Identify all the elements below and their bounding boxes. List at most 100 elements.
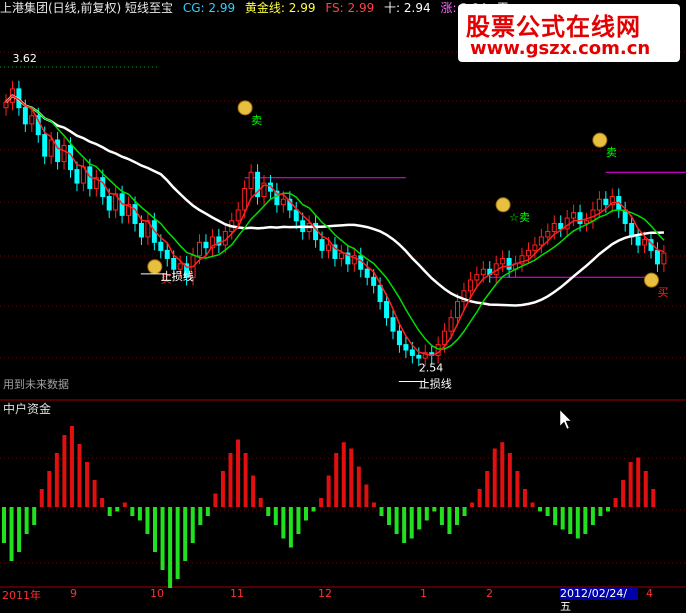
cg-value: CG: 2.99 (182, 1, 236, 15)
candle-body (48, 139, 54, 157)
x-axis-label: 12 (318, 587, 332, 600)
fund-bar-negative (379, 507, 384, 516)
fund-bar-negative (175, 507, 180, 579)
white-moving-average (5, 94, 664, 307)
smiley-icon (147, 259, 163, 275)
candle-body (480, 268, 486, 276)
fund-bar-positive (500, 442, 505, 507)
candle-body (242, 187, 248, 211)
fund-bar-negative (107, 507, 112, 516)
candle-body (164, 249, 170, 259)
candle-body (138, 222, 144, 238)
fund-bar-negative (296, 507, 301, 534)
chart-canvas: 3.622.54卖卖☆卖买买止损线止损线 (0, 51, 686, 588)
candle-body (235, 209, 241, 222)
fund-bar-positive (228, 453, 233, 507)
sell-signal: 卖 (251, 114, 262, 127)
candle-body (384, 301, 390, 319)
chart-header: 上港集团(日线,前复权) 短线至宝 CG: 2.99 黄金线: 2.99 FS:… (0, 0, 519, 16)
fund-bar-negative (432, 507, 437, 512)
fund-bar-negative (24, 507, 29, 534)
fund-bar-positive (54, 453, 59, 507)
fund-bar-negative (590, 507, 595, 525)
candle-body (416, 354, 422, 359)
sell-signal: 卖 (606, 146, 617, 159)
candle-body (577, 212, 583, 224)
fund-bar-positive (349, 448, 354, 507)
fund-bar-positive (341, 442, 346, 507)
fund-bar-negative (575, 507, 580, 539)
fund-bar-positive (47, 471, 52, 507)
fund-bar-negative (183, 507, 188, 561)
fund-bar-positive (530, 502, 535, 507)
fund-bar-negative (288, 507, 293, 548)
candle-body (545, 231, 551, 238)
candle-body (525, 249, 531, 257)
fund-bar-negative (190, 507, 195, 543)
fund-bar-negative (387, 507, 392, 525)
fund-bar-positive (39, 489, 44, 507)
fund-bar-positive (628, 462, 633, 507)
candle-body (390, 317, 396, 332)
candle-body (500, 257, 506, 265)
candle-body (642, 239, 648, 246)
candle-body (396, 330, 402, 346)
stop-loss-label: 止损线 (419, 377, 452, 391)
fund-bar-negative (545, 507, 550, 516)
fund-bar-positive (515, 471, 520, 507)
fund-bar-positive (651, 489, 656, 507)
candle-body (100, 177, 106, 198)
candle-body (603, 198, 609, 206)
fs-value: FS: 2.99 (325, 1, 375, 15)
fund-bar-positive (92, 480, 97, 507)
fund-bar-negative (137, 507, 142, 521)
fund-bar-positive (492, 448, 497, 507)
fund-bar-positive (251, 475, 256, 507)
fund-bar-negative (424, 507, 429, 521)
sub-panel-title: 中户资金 (3, 402, 52, 416)
watermark-url: www.gszx.com.cn (470, 38, 651, 59)
fund-bar-negative (304, 507, 308, 521)
fund-bar-positive (485, 471, 490, 507)
candle-body (571, 212, 577, 219)
fund-bar-negative (2, 507, 6, 543)
candle-body (106, 196, 112, 211)
fund-bar-negative (145, 507, 150, 534)
smiley-icon (237, 100, 253, 116)
fund-bar-negative (553, 507, 558, 525)
fund-bar-positive (364, 484, 369, 507)
candle-body (364, 268, 370, 278)
fund-bar-negative (273, 507, 278, 525)
fund-bar-positive (470, 502, 475, 507)
candle-body (558, 222, 564, 230)
fund-bar-positive (258, 498, 263, 507)
fund-bar-negative (32, 507, 37, 525)
stop-loss-label: 止损线 (161, 269, 194, 283)
cursor-arrow (559, 409, 572, 430)
fund-bar-positive (613, 498, 618, 507)
smiley-icon (495, 197, 511, 213)
golden-line-value: 黄金线: 2.99 (244, 1, 316, 15)
candle-body (474, 274, 480, 281)
candle-body (467, 279, 473, 292)
fund-bar-negative (538, 507, 543, 512)
fund-bar-positive (643, 471, 648, 507)
fund-bar-negative (17, 507, 22, 552)
x-axis-label: 2 (486, 587, 493, 600)
fund-bar-positive (636, 457, 641, 507)
candle-body (448, 317, 454, 332)
buy-signal: 买 (657, 286, 668, 299)
fund-bar-negative (394, 507, 399, 534)
fund-bar-positive (356, 466, 361, 507)
candle-body (371, 276, 377, 286)
fund-bar-positive (236, 439, 241, 507)
candle-body (538, 236, 544, 246)
candle-body (74, 169, 80, 184)
candle-body (29, 115, 35, 125)
candle-body (654, 249, 660, 265)
fund-bar-positive (220, 471, 225, 507)
fund-bar-positive (77, 444, 82, 507)
fund-bar-positive (62, 435, 67, 507)
fund-bar-negative (9, 507, 14, 561)
candle-body (158, 241, 164, 251)
